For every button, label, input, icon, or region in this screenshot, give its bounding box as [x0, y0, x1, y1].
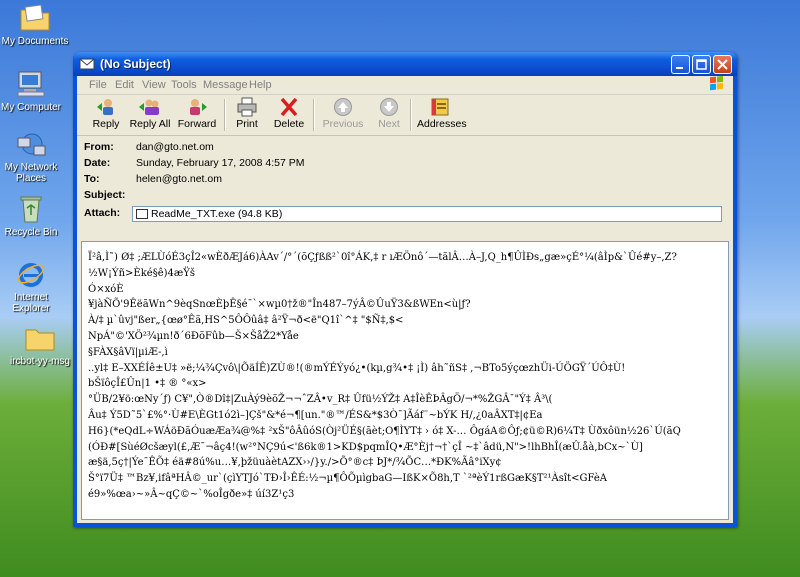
addresses-button[interactable]: Addresses	[417, 97, 467, 133]
print-button[interactable]: Print	[232, 97, 262, 133]
reply-icon	[95, 97, 117, 117]
title-bar[interactable]: (No Subject)	[73, 52, 737, 76]
next-button[interactable]: Next	[373, 97, 405, 133]
menu-tools[interactable]: Tools	[171, 79, 197, 91]
previous-button[interactable]: Previous	[320, 97, 366, 133]
date-label: Date:	[84, 157, 111, 169]
body-text-line: (ÓÐ#[SùéØcšæyl(£,Æ¯¬âç4!(w²°NÇ9ú<'ß6k®1>…	[88, 441, 643, 453]
body-text-line: bŠïôçÎ£Ûn|1 •‡ ® °«x>	[88, 378, 207, 390]
addresses-label: Addresses	[417, 118, 467, 130]
reply-all-button[interactable]: Reply All	[129, 97, 171, 133]
toolbar: Reply Reply All Forward Print Delete Pre…	[77, 95, 733, 136]
reply-button[interactable]: Reply	[89, 97, 123, 133]
menu-view[interactable]: View	[142, 79, 166, 91]
desktop-icon-label: Recycle Bin	[4, 227, 58, 238]
address-book-icon	[429, 97, 451, 117]
date-value: Sunday, February 17, 2008 4:57 PM	[136, 157, 305, 169]
desktop-icon-label: My Network Places	[4, 162, 58, 184]
attachment-field[interactable]: ReadMe_TXT.exe (94.8 KB)	[132, 206, 722, 222]
desktop-icon-ircbot-yy-msg[interactable]: ircbot-yy-msg	[5, 322, 75, 367]
down-arrow-icon	[378, 97, 400, 117]
toolbar-separator	[224, 99, 226, 131]
desktop-icon-label: My Documents	[1, 36, 69, 47]
message-body[interactable]: Ï²â,Ì˜) Ø‡ ;ÆLÙóÉ3çÎ2«wÈðÆJá6)ÀAv´/°´(õÇ…	[81, 241, 729, 520]
folder-icon	[24, 322, 56, 354]
message-window: (No Subject) File Edit View Tools Messag…	[73, 52, 737, 527]
menu-help[interactable]: Help	[249, 79, 272, 91]
recycle-bin-icon	[15, 193, 47, 225]
maximize-icon	[696, 59, 707, 70]
reply-label: Reply	[92, 118, 120, 130]
reply-all-icon	[139, 97, 161, 117]
forward-icon	[186, 97, 208, 117]
reply-all-label: Reply All	[129, 118, 171, 130]
close-icon	[717, 59, 728, 70]
network-icon	[15, 128, 47, 160]
internet-explorer-icon	[15, 258, 47, 290]
body-text-line: Âu‡ Ý5D˜5`£%°·Ù#E\ÈGt1ó2ì–]Çš"&*é¬¶[un."…	[88, 409, 543, 421]
print-label: Print	[236, 118, 258, 130]
computer-icon	[15, 68, 47, 100]
desktop-icon-my-computer[interactable]: My Computer	[0, 68, 66, 113]
windows-logo-icon	[703, 75, 729, 94]
body-text-line: ½W¡Ýñ>Èké§ê)4æŸš	[88, 267, 196, 279]
window-client: File Edit View Tools Message Help Reply …	[77, 75, 733, 523]
previous-label: Previous	[322, 118, 364, 130]
executable-file-icon	[136, 209, 148, 219]
toolbar-separator	[410, 99, 412, 131]
close-button[interactable]	[713, 55, 732, 74]
desktop-icon-internet-explorer[interactable]: Internet Explorer	[0, 258, 66, 314]
body-text-line: §FÀX§âVï|µiÆ-,ì	[88, 346, 168, 358]
menu-file[interactable]: File	[89, 79, 107, 91]
minimize-button[interactable]	[671, 55, 690, 74]
toolbar-separator	[313, 99, 315, 131]
delete-button[interactable]: Delete	[273, 97, 305, 133]
folder-icon	[19, 2, 51, 34]
desktop-icon-label: My Computer	[0, 102, 61, 113]
desktop-icon-label: Internet Explorer	[12, 292, 50, 314]
desktop-icon-my-network-places[interactable]: My Network Places	[0, 128, 66, 184]
body-text-line: ..yl‡ E–XXÉÍê±U‡ »ë;¼¾Çvô\|ÕäÍÊ)ZÙ®!(®mÝ…	[88, 362, 626, 374]
from-value: dan@gto.net.om	[136, 141, 214, 153]
desktop-icon-my-documents[interactable]: My Documents	[0, 2, 70, 47]
body-text-line: H6}(*eQdL÷WÁöÐãÓuæÆa¾@%‡ ²xŠ"ôÂûóS(Òj²ÜÉ…	[88, 425, 681, 437]
to-value: helen@gto.net.om	[136, 173, 222, 185]
window-title: (No Subject)	[100, 57, 171, 71]
body-text-line: °ÜB/2¥ö:œNy´ƒ) C¥",Ò®Dî‡|ZuÀý9èõŽ¬¬ˆZÂ•v…	[88, 394, 553, 406]
body-text-line: Š°ï7Ü‡ ™Bz¥,ifâªHÂ©_ur`(çìYTJó`TÐ›Î›ÊÉ:½…	[88, 473, 608, 485]
body-text-line: Ï²â,Ì˜) Ø‡ ;ÆLÙóÉ3çÎ2«wÈðÆJá6)ÀAv´/°´(õÇ…	[88, 252, 677, 263]
subject-label: Subject:	[84, 189, 126, 201]
attachment-name[interactable]: ReadMe_TXT.exe (94.8 KB)	[151, 208, 282, 220]
printer-icon	[236, 97, 258, 117]
desktop-icon-label: ircbot-yy-msg	[9, 356, 70, 367]
delete-icon	[278, 97, 300, 117]
menu-bar: File Edit View Tools Message Help	[77, 75, 733, 95]
from-label: From:	[84, 141, 114, 153]
attach-label: Attach:	[84, 207, 121, 219]
message-icon	[79, 56, 95, 72]
body-text-line: Ó×xóÈ	[88, 283, 124, 295]
menu-edit[interactable]: Edit	[115, 79, 134, 91]
up-arrow-icon	[332, 97, 354, 117]
delete-label: Delete	[273, 118, 305, 130]
forward-label: Forward	[177, 118, 217, 130]
body-text-line: NpÁ"©'XÖ²¾µn!ð´6ÐõFûb—Š×ŠåŽ2*Yåe	[88, 330, 299, 342]
body-text-line: æ§ä,5ç†|Ýe¯ÊÕ‡ éä#8ú%u…¥,þžüuàètAZX››/}y…	[88, 457, 502, 469]
minimize-icon	[676, 67, 683, 69]
menu-message[interactable]: Message	[203, 79, 248, 91]
forward-button[interactable]: Forward	[177, 97, 217, 133]
next-label: Next	[378, 118, 400, 130]
body-text-line: é9»%œa›~»Â~qÇ©~`%oÎgðe»‡ úí3Z¹ç3	[88, 488, 295, 500]
maximize-button[interactable]	[692, 55, 711, 74]
desktop-icon-recycle-bin[interactable]: Recycle Bin	[0, 193, 66, 238]
to-label: To:	[84, 173, 100, 185]
message-headers: From: dan@gto.net.om Date: Sunday, Febru…	[77, 136, 733, 222]
body-text-line: ¥jàÑÕ'9ÊëãWn^9èqSnœÈþÊ§é¯`×wµ0†ž®"În487–…	[88, 299, 471, 311]
body-text-line: À/‡ µ`ûvj"ßer„{œø°Êã,HS^5ÔÔûâ‡ â²Ÿ¬ð<ë"Q…	[88, 315, 404, 327]
